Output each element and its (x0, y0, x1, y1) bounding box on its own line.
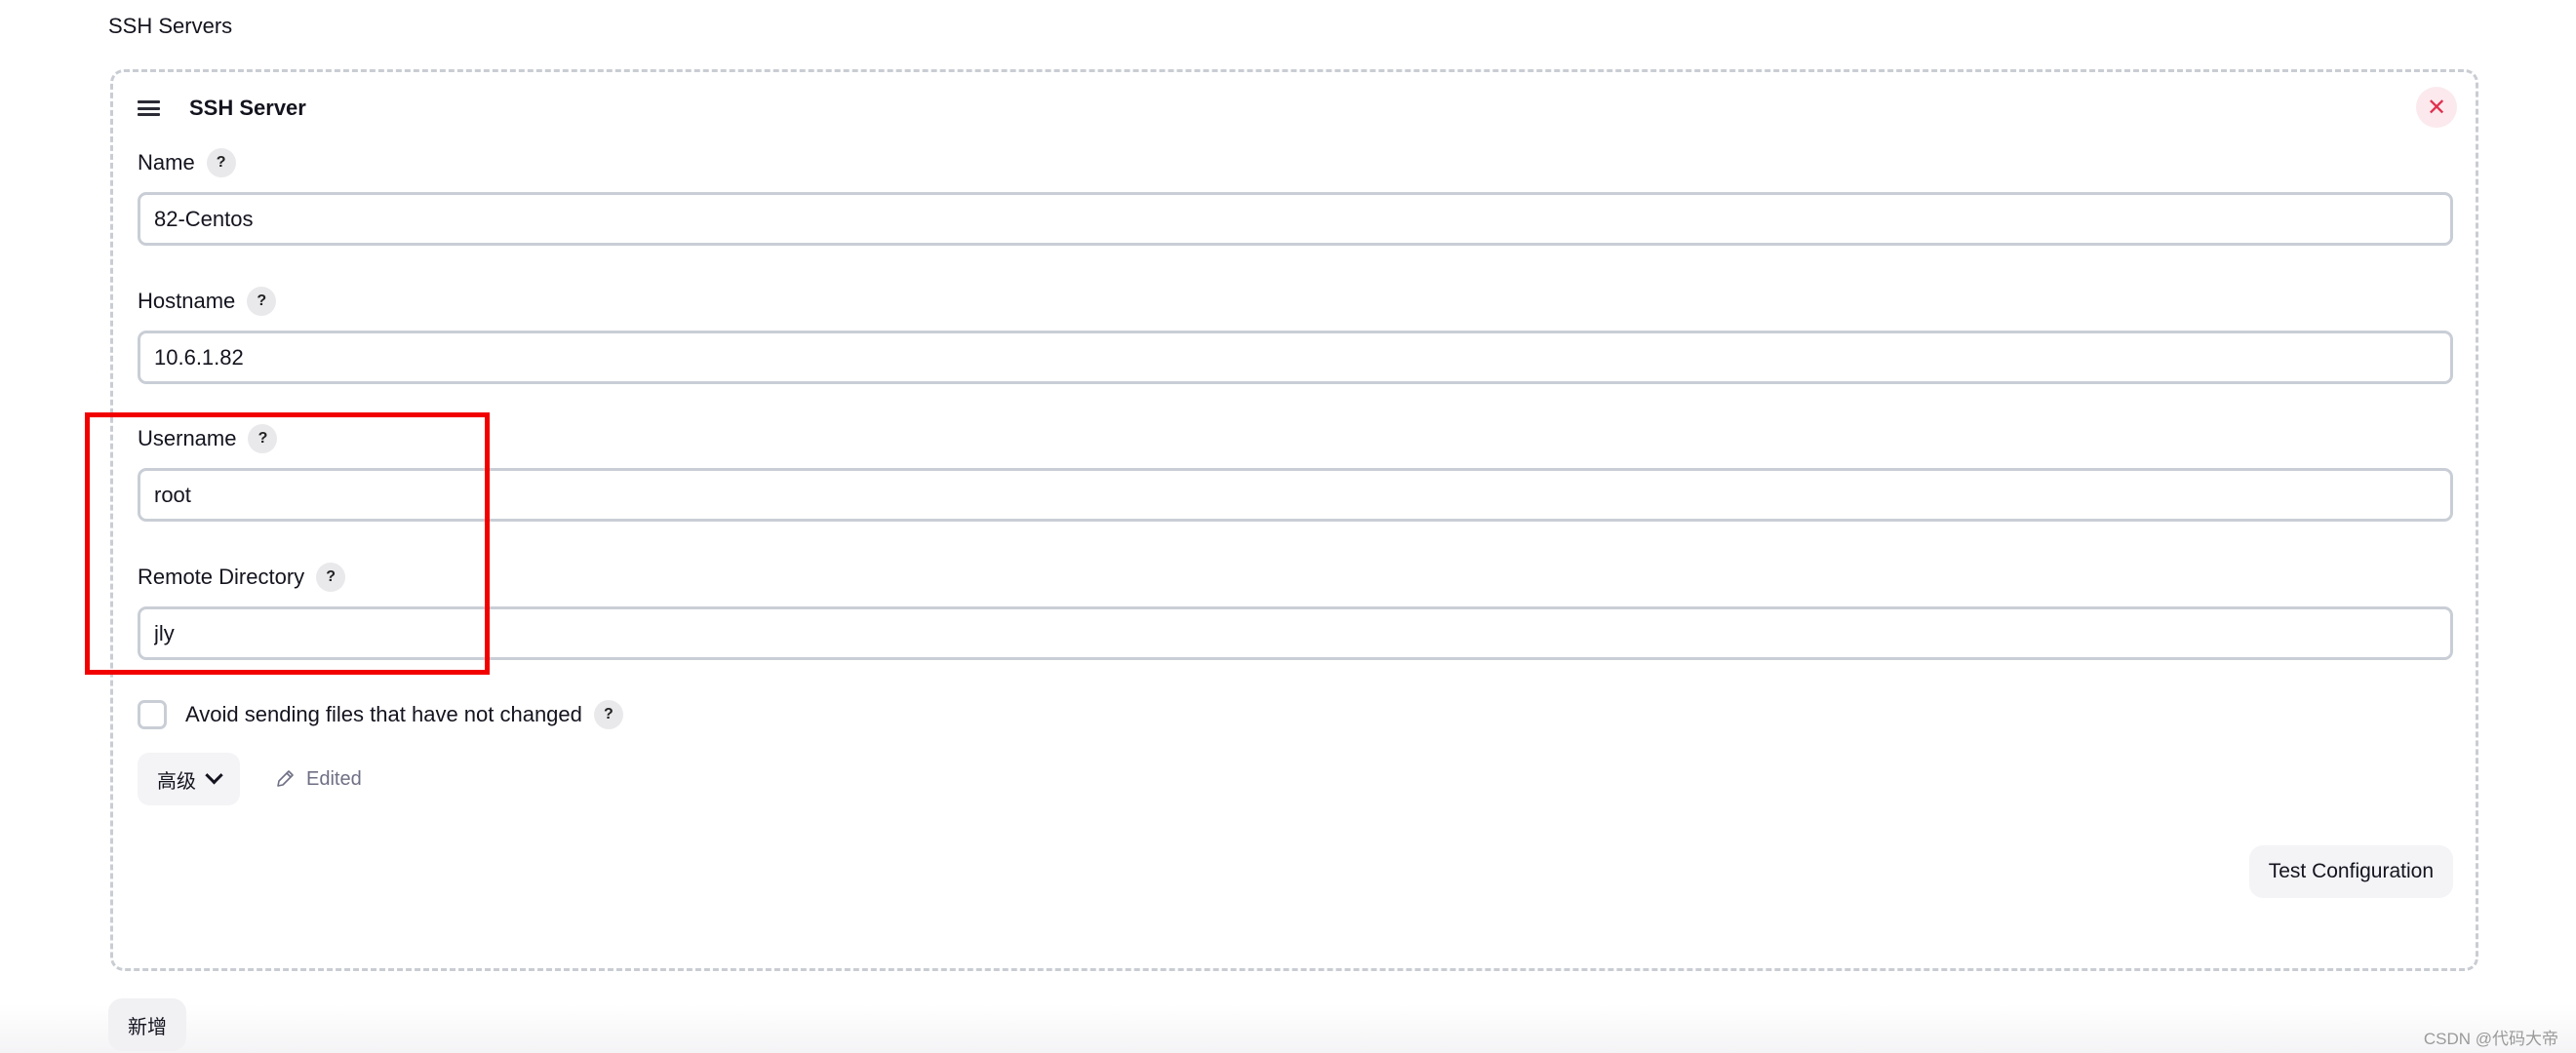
advanced-button[interactable]: 高级 (138, 753, 240, 805)
edited-indicator: Edited (275, 768, 362, 791)
hostname-label: Hostname (138, 289, 236, 313)
panel-header: SSH Server (138, 94, 306, 123)
delete-server-button[interactable]: ✕ (2416, 87, 2457, 128)
help-icon[interactable]: ? (248, 424, 278, 453)
test-configuration-button[interactable]: Test Configuration (2248, 845, 2453, 898)
hostname-field: Hostname ? (138, 287, 2453, 384)
section-title: SSH Servers (108, 14, 233, 38)
watermark: CSDN @代码大帝 (2423, 1030, 2558, 1048)
remote-directory-label: Remote Directory (138, 565, 305, 589)
panel-title: SSH Server (189, 96, 306, 120)
username-label: Username (138, 426, 237, 450)
avoid-sending-label[interactable]: Avoid sending files that have not change… (185, 702, 582, 727)
add-server-button[interactable]: 新增 (108, 998, 186, 1051)
edited-label: Edited (306, 767, 362, 790)
bottom-sticky-bar (0, 1004, 2576, 1053)
drag-handle-icon[interactable] (138, 100, 160, 116)
help-icon[interactable]: ? (593, 700, 623, 729)
advanced-label: 高级 (157, 770, 196, 793)
ssh-server-panel: SSH Server ✕ Name ? Hostname ? Username … (110, 69, 2478, 971)
hostname-input[interactable] (138, 331, 2453, 384)
help-icon[interactable]: ? (247, 287, 277, 316)
name-input[interactable] (138, 192, 2453, 246)
help-icon[interactable]: ? (316, 563, 346, 592)
name-field: Name ? (138, 148, 2453, 246)
remote-directory-input[interactable] (138, 606, 2453, 660)
chevron-down-icon (205, 765, 223, 784)
username-input[interactable] (138, 468, 2453, 522)
username-field: Username ? (138, 424, 2453, 522)
pencil-icon (277, 770, 294, 787)
remote-directory-field: Remote Directory ? (138, 563, 2453, 660)
avoid-sending-checkbox[interactable] (138, 700, 167, 729)
avoid-sending-row: Avoid sending files that have not change… (138, 700, 623, 729)
advanced-row: 高级 Edited (138, 753, 362, 805)
help-icon[interactable]: ? (206, 148, 236, 177)
name-label: Name (138, 150, 195, 175)
